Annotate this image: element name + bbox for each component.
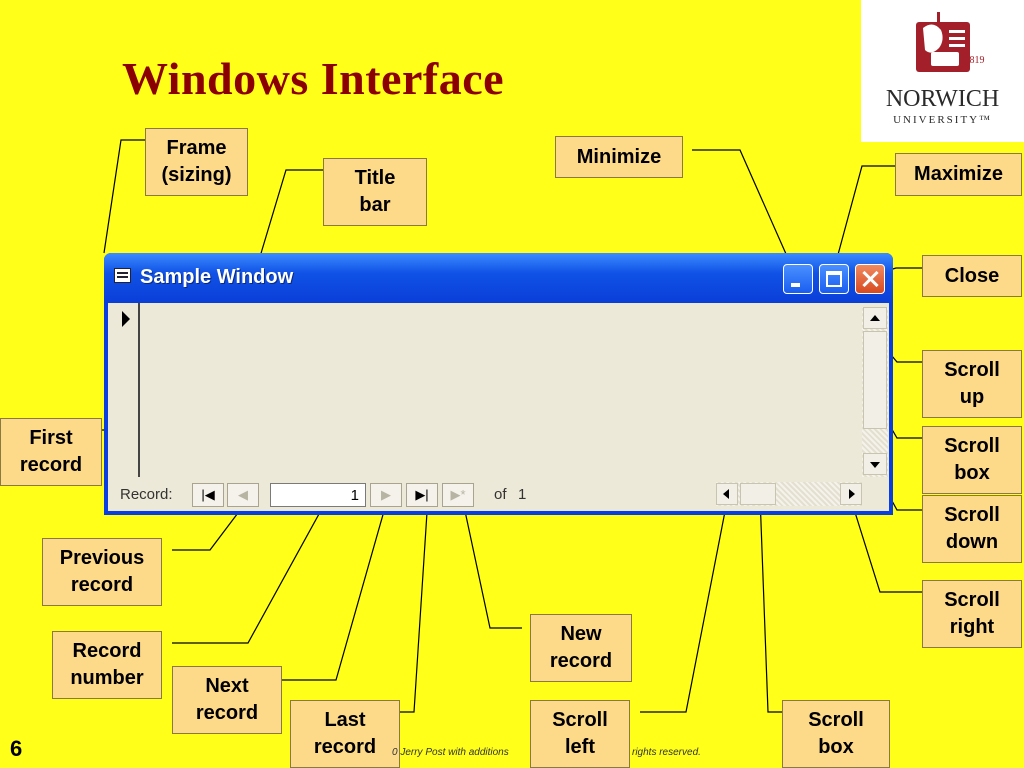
scroll-left-button[interactable] (716, 483, 738, 505)
leader-frame (103, 139, 145, 254)
footer-copyright: 0 Jerry Post with additions (392, 747, 509, 758)
callout-scroll-box-horizontal: Scroll box (782, 700, 890, 768)
callout-record-number: Record number (52, 631, 162, 699)
new-record-icon: ▶* (450, 487, 466, 502)
callout-scroll-down: Scroll down (922, 495, 1022, 563)
callout-frame-sizing: Frame (sizing) (145, 128, 248, 196)
horizontal-scroll-box[interactable] (740, 483, 776, 505)
callout-scroll-up: Scroll up (922, 350, 1022, 418)
first-record-button[interactable]: |◀ (192, 483, 224, 507)
leader-record-number (172, 493, 331, 644)
form-client-area: Record: |◀ ◀ ▶ ▶| ▶* of 1 (108, 303, 889, 511)
scroll-up-button[interactable] (863, 307, 887, 329)
callout-next-record: Next record (172, 666, 282, 734)
arrow-left-icon (723, 489, 729, 499)
arrow-right-icon (849, 489, 855, 499)
leader-new-record (461, 496, 522, 629)
callout-scroll-box-vertical: Scroll box (922, 426, 1022, 494)
footer-rights: rights reserved. (632, 747, 701, 758)
callout-scroll-right: Scroll right (922, 580, 1022, 648)
record-label: Record: (120, 486, 173, 503)
close-button[interactable] (855, 264, 885, 294)
of-label: of (494, 486, 507, 503)
callout-last-record: Last record (290, 700, 400, 768)
callout-close: Close (922, 255, 1022, 297)
form-window-icon[interactable] (114, 268, 131, 283)
window-title: Sample Window (140, 266, 294, 288)
sample-window: Sample Window Record: |◀ ◀ ▶ ▶| ▶* of 1 (104, 253, 893, 515)
record-selector[interactable] (108, 303, 140, 477)
scroll-down-button[interactable] (863, 453, 887, 475)
callout-minimize: Minimize (555, 136, 683, 178)
horizontal-scrollbar[interactable] (716, 482, 862, 506)
record-navigation-bar: Record: |◀ ◀ ▶ ▶| ▶* of 1 (108, 479, 889, 509)
leader-next-record (282, 496, 389, 681)
first-record-icon: |◀ (201, 487, 215, 502)
leader-maximize (835, 165, 895, 263)
next-record-button[interactable]: ▶ (370, 483, 402, 507)
callout-maximize: Maximize (895, 153, 1022, 196)
callout-scroll-left: Scroll left (530, 700, 630, 768)
slide-number: 6 (10, 736, 23, 761)
vertical-scroll-box[interactable] (863, 331, 887, 429)
last-record-icon: ▶| (415, 487, 429, 502)
previous-record-icon: ◀ (238, 487, 248, 502)
new-record-button[interactable]: ▶* (442, 483, 474, 507)
arrow-up-icon (870, 315, 880, 321)
next-record-icon: ▶ (381, 487, 391, 502)
last-record-button[interactable]: ▶| (406, 483, 438, 507)
record-total: 1 (518, 486, 527, 503)
current-record-arrow-icon (122, 311, 130, 327)
record-number-field[interactable] (270, 483, 366, 507)
previous-record-button[interactable]: ◀ (227, 483, 259, 507)
callout-previous-record: Previous record (42, 538, 162, 606)
leader-scroll-box-h (759, 495, 782, 713)
leader-last-record (400, 496, 429, 713)
title-bar[interactable]: Sample Window (104, 253, 893, 303)
minimize-button[interactable] (783, 264, 813, 294)
leader-scroll-left (640, 495, 729, 713)
scroll-right-button[interactable] (840, 483, 862, 505)
callout-first-record: First record (0, 418, 102, 486)
maximize-button[interactable] (819, 264, 849, 294)
callout-new-record: New record (530, 614, 632, 682)
callout-title-bar: Title bar (323, 158, 427, 226)
arrow-down-icon (870, 462, 880, 468)
vertical-scrollbar[interactable] (862, 307, 888, 477)
